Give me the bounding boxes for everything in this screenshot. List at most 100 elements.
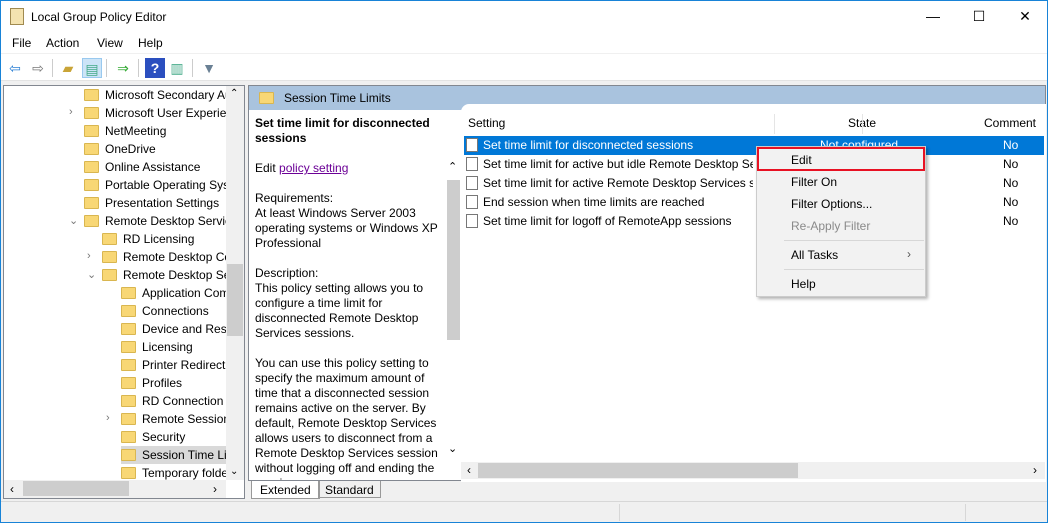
tree-vertical-scrollbar[interactable]: ⌃ ⌄ xyxy=(226,86,244,480)
tree-item[interactable]: Remote Session Environment xyxy=(121,410,244,428)
menu-item-edit[interactable]: Edit xyxy=(791,153,812,167)
tree-item[interactable]: Connections xyxy=(121,302,226,320)
details-pane: Session Time Limits Set time limit for d… xyxy=(248,85,1046,482)
tree-horizontal-scrollbar[interactable]: ‹ › xyxy=(4,480,226,498)
settings-table: Setting State Comment Set time limit for… xyxy=(461,104,1046,482)
tree-item[interactable]: Profiles xyxy=(121,374,226,392)
tree-item[interactable]: RD Licensing xyxy=(102,230,226,248)
folder-icon xyxy=(121,413,136,425)
chevron-right-icon[interactable]: › xyxy=(69,106,73,118)
up-folder-icon[interactable]: ▰ xyxy=(58,58,78,78)
folder-icon xyxy=(84,125,99,137)
menu-file[interactable]: File xyxy=(12,36,31,50)
folder-icon xyxy=(121,323,136,335)
chevron-right-icon[interactable]: › xyxy=(87,250,91,262)
tree-item[interactable]: Remote Desktop Session Host xyxy=(102,266,244,284)
chevron-down-icon[interactable]: ⌄ xyxy=(87,268,96,281)
tree-item[interactable]: Session Time Limits xyxy=(121,446,244,464)
tree-item[interactable]: RD Connection Broker xyxy=(121,392,244,410)
menu-bar: File Action View Help xyxy=(1,33,1047,53)
setting-comment: No xyxy=(1003,214,1019,228)
folder-icon xyxy=(121,359,136,371)
folder-icon xyxy=(121,287,136,299)
table-row[interactable]: Set time limit for logoff of RemoteApp s… xyxy=(464,212,1044,231)
folder-icon xyxy=(84,143,99,155)
menu-item-reapply-filter: Re-Apply Filter xyxy=(791,219,871,233)
tree-item[interactable]: NetMeeting xyxy=(84,122,226,140)
tab-extended[interactable]: Extended xyxy=(251,481,320,499)
tree-item-label: Remote Desktop Services xyxy=(105,214,244,228)
table-row[interactable]: Set time limit for active but idle Remot… xyxy=(464,155,1044,174)
policy-setting-link[interactable]: policy setting xyxy=(279,161,348,175)
title-bar: Local Group Policy Editor — ☐ ✕ xyxy=(1,1,1047,33)
maximize-button[interactable]: ☐ xyxy=(956,1,1002,31)
tree-item[interactable]: Presentation Settings xyxy=(84,194,226,212)
description-text: This policy setting allows you to config… xyxy=(255,281,424,340)
menu-item-all-tasks[interactable]: All Tasks xyxy=(791,248,838,262)
table-row[interactable]: End session when time limits are reached… xyxy=(464,193,1044,212)
folder-icon xyxy=(84,179,99,191)
table-row[interactable]: Set time limit for active Remote Desktop… xyxy=(464,174,1044,193)
edit-highlight xyxy=(757,147,925,171)
policy-setting-icon xyxy=(466,138,478,152)
chevron-down-icon[interactable]: ⌄ xyxy=(69,214,78,227)
tree-item[interactable]: Portable Operating System xyxy=(84,176,244,194)
navigation-tree[interactable]: Microsoft Secondary Authentication Facto… xyxy=(3,85,245,499)
menu-view[interactable]: View xyxy=(97,36,123,50)
context-menu: Edit Filter On Filter Options... Re-Appl… xyxy=(756,146,926,297)
setting-name: Set time limit for active Remote Desktop… xyxy=(483,176,753,190)
policy-setting-icon xyxy=(466,176,478,190)
menu-item-filter-on[interactable]: Filter On xyxy=(791,175,837,189)
setting-comment: No xyxy=(1003,176,1019,190)
requirements-label: Requirements: xyxy=(255,191,334,205)
description-scrollbar[interactable]: ⌃ ⌄ xyxy=(446,148,461,468)
tree-item[interactable]: Remote Desktop Services xyxy=(84,212,244,230)
tree-item-label: Temporary folders xyxy=(142,466,239,480)
folder-icon xyxy=(84,161,99,173)
forward-icon[interactable]: ⇨ xyxy=(28,58,48,78)
menu-item-filter-options[interactable]: Filter Options... xyxy=(791,197,872,211)
folder-icon xyxy=(121,449,136,461)
column-setting[interactable]: Setting xyxy=(468,116,505,130)
description-label: Description: xyxy=(255,266,319,280)
edit-prefix: Edit xyxy=(255,161,280,175)
folder-icon xyxy=(102,233,117,245)
menu-item-help[interactable]: Help xyxy=(791,277,816,291)
minimize-button[interactable]: — xyxy=(910,1,956,31)
tree-item[interactable]: Application Compatibility xyxy=(121,284,244,302)
tab-standard[interactable]: Standard xyxy=(318,481,381,498)
export-list-icon[interactable]: ⇒ xyxy=(113,58,133,78)
policy-setting-icon xyxy=(466,157,478,171)
folder-icon xyxy=(102,269,117,281)
folder-icon xyxy=(121,395,136,407)
tree-item[interactable]: Licensing xyxy=(121,338,226,356)
close-button[interactable]: ✕ xyxy=(1002,1,1048,31)
show-hide-tree-icon[interactable]: ▤ xyxy=(82,58,102,78)
filter-icon[interactable]: ▼ xyxy=(199,58,219,78)
tree-item[interactable]: Online Assistance xyxy=(84,158,226,176)
menu-help[interactable]: Help xyxy=(138,36,163,50)
tree-item[interactable]: OneDrive xyxy=(84,140,226,158)
tree-item[interactable]: Device and Resource Redirection xyxy=(121,320,244,338)
folder-icon xyxy=(121,377,136,389)
table-row[interactable]: Set time limit for disconnected sessions… xyxy=(464,136,1044,155)
chevron-right-icon[interactable]: › xyxy=(106,412,110,424)
folder-icon xyxy=(121,431,136,443)
table-horizontal-scrollbar[interactable]: ‹ › xyxy=(461,462,1045,479)
tree-item[interactable]: Remote Desktop Connection Client xyxy=(102,248,244,266)
tree-item[interactable]: Printer Redirection xyxy=(121,356,241,374)
help-icon[interactable]: ? xyxy=(145,58,165,78)
tree-item-label: Licensing xyxy=(142,340,193,354)
back-icon[interactable]: ⇦ xyxy=(5,58,25,78)
policy-setting-icon xyxy=(466,214,478,228)
column-comment[interactable]: Comment xyxy=(984,116,1036,130)
tree-item[interactable]: Microsoft Secondary Authentication Facto… xyxy=(84,86,244,104)
tree-item[interactable]: Security xyxy=(121,428,226,446)
tree-item[interactable]: Microsoft User Experience Virtualization xyxy=(84,104,244,122)
show-action-pane-icon[interactable]: ▥ xyxy=(167,58,187,78)
setting-name: Set time limit for logoff of RemoteApp s… xyxy=(483,214,732,228)
setting-comment: No xyxy=(1003,195,1019,209)
tree-item-label: Microsoft User Experience Virtualization xyxy=(105,106,245,120)
menu-action[interactable]: Action xyxy=(46,36,79,50)
folder-icon xyxy=(121,305,136,317)
